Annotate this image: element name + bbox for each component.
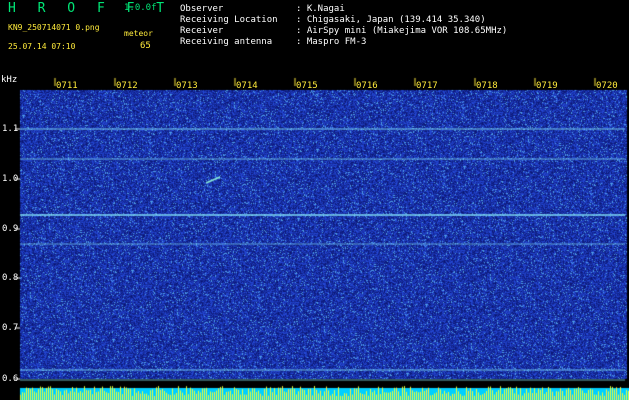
y-tick-label: 0.9 (2, 224, 19, 234)
time-tick-label: 0720 (596, 81, 618, 91)
info-key-antenna: Receiving antenna (180, 37, 273, 47)
time-tick-label: 0716 (356, 81, 378, 91)
y-tick-label: 0.7 (2, 323, 19, 333)
time-tick-label: 0717 (416, 81, 438, 91)
time-tick-label: 0713 (176, 81, 198, 91)
info-value-antenna: : Maspro FM-3 (296, 37, 367, 47)
y-tick-label: 0.6 (2, 374, 19, 384)
header-panel: H R O F F T 1.0.0f KN9_250714071 0.png 2… (0, 0, 629, 76)
meteor-count: 65 (140, 41, 151, 51)
info-value-observer: : K.Nagai (296, 4, 345, 14)
spectrogram-canvas (0, 76, 629, 400)
info-value-receiver: : AirSpy mini (Miakejima VOR 108.65MHz) (296, 26, 508, 36)
info-value-location: : Chigasaki, Japan (139.414 35.340) (296, 15, 486, 25)
info-key-location: Receiving Location (180, 15, 278, 25)
datetime-label: 25.07.14 07:10 (8, 42, 76, 51)
info-key-observer: Observer (180, 4, 224, 14)
y-axis-unit: kHz (1, 75, 18, 85)
time-tick-label: 0714 (236, 81, 258, 91)
version-label: 1.0.0f (124, 3, 157, 13)
time-tick-label: 0712 (116, 81, 138, 91)
info-key-receiver: Receiver (180, 26, 224, 36)
y-tick-label: 0.8 (2, 273, 19, 283)
time-tick-label: 0718 (476, 81, 498, 91)
y-tick-label: 1.1 (2, 124, 19, 134)
time-tick-label: 0711 (56, 81, 78, 91)
time-tick-label: 0715 (296, 81, 318, 91)
filename-label: KN9_250714071 0.png (8, 23, 100, 32)
time-tick-label: 0719 (536, 81, 558, 91)
y-tick-label: 1.0 (2, 174, 19, 184)
meteor-label: meteor (124, 29, 153, 38)
